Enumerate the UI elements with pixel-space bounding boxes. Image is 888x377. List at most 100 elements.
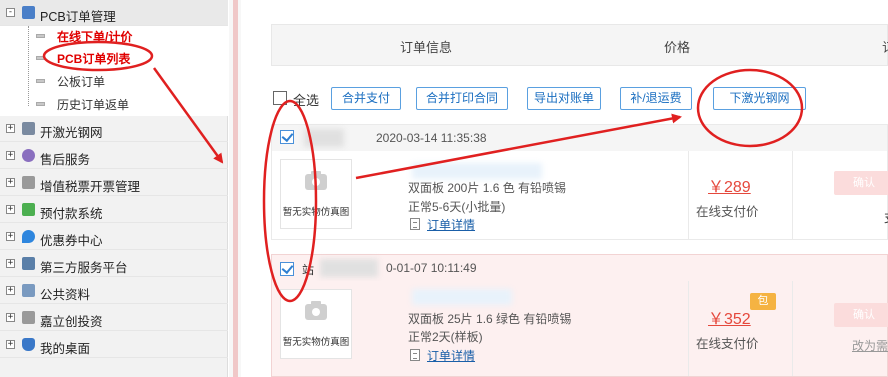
redacted-order-number: [320, 259, 378, 277]
coupon-icon: [22, 230, 35, 243]
sidebar-item-coupon-center[interactable]: + 优惠券中心: [0, 224, 228, 250]
sidebar-item-label: 预付款系统: [40, 207, 103, 221]
expand-toggle-icon[interactable]: +: [6, 340, 15, 349]
sidebar-item-label: 嘉立创投资: [40, 315, 103, 329]
splitter-highlight: [233, 0, 238, 377]
expand-toggle-icon[interactable]: +: [6, 151, 15, 160]
camera-icon: [305, 301, 327, 320]
expand-toggle-icon[interactable]: +: [6, 313, 15, 322]
select-all-checkbox[interactable]: [273, 91, 287, 105]
splitter-bar[interactable]: [229, 0, 241, 377]
order-detail-link[interactable]: 订单详情: [427, 347, 475, 364]
order-card-header: 站 0-01-07 10:11:49: [272, 255, 887, 281]
delivery-time: 正常5-6天(小批量): [408, 200, 506, 214]
column-divider: [688, 281, 689, 376]
product-thumbnail: 暂无实物仿真图: [280, 159, 352, 229]
camera-icon: [305, 171, 327, 190]
column-divider: [792, 151, 793, 239]
sidebar-item-third-party[interactable]: + 第三方服务平台: [0, 251, 228, 277]
sidebar-item-investment[interactable]: + 嘉立创投资: [0, 305, 228, 331]
merge-pay-button[interactable]: 合并支付: [331, 87, 401, 110]
expand-toggle-icon[interactable]: +: [6, 286, 15, 295]
expand-toggle-icon[interactable]: +: [6, 178, 15, 187]
product-thumbnail: 暂无实物仿真图: [280, 289, 352, 359]
page-icon: [36, 56, 45, 60]
sidebar-item-laser-stencil[interactable]: + 开激光钢网: [0, 116, 228, 142]
order-number-prefix: 站: [302, 263, 315, 277]
expand-toggle-icon[interactable]: +: [6, 124, 15, 133]
document-icon: [410, 349, 420, 361]
sidebar-item-label: 优惠券中心: [40, 234, 103, 248]
sidebar-item-prepayment[interactable]: + 预付款系统: [0, 197, 228, 223]
order-card-body: 暂无实物仿真图 双面板 25片 1.6 绿色 有铅喷锡 正常2天(样板) 订单详…: [272, 281, 888, 376]
submenu-item-label: 历史订单返单: [57, 97, 130, 112]
payment-method-label: 在线支付价: [696, 337, 759, 351]
order-price[interactable]: ￥352: [708, 305, 751, 329]
sidebar-item-pcb-orders[interactable]: - PCB订单管理: [0, 0, 228, 26]
change-request-link[interactable]: 改为需: [852, 337, 888, 354]
merge-print-contract-button[interactable]: 合并打印合同: [416, 87, 508, 110]
sidebar-item-label: 增值税票开票管理: [40, 180, 141, 194]
submenu-item-pcb-order-list[interactable]: PCB订单列表: [36, 48, 130, 68]
order-toolbar: 全选 合并支付 合并打印合同 导出对账单 补/退运费 下激光钢网: [271, 86, 888, 110]
no-image-label: 暂无实物仿真图: [282, 337, 350, 348]
order-price[interactable]: ￥289: [708, 173, 751, 197]
order-select-checkbox[interactable]: [280, 262, 294, 276]
page-icon: [36, 34, 45, 38]
desktop-icon: [22, 338, 35, 351]
order-select-checkbox[interactable]: [280, 130, 294, 144]
sidebar-item-label: 售后服务: [40, 153, 91, 167]
column-divider: [688, 151, 689, 239]
board-spec: 双面板 25片 1.6 绿色 有铅喷锡: [408, 312, 572, 326]
order-timestamp: 0-01-07 10:11:49: [386, 261, 477, 275]
expand-toggle-icon[interactable]: +: [6, 259, 15, 268]
sidebar-item-public-info[interactable]: + 公共资料: [0, 278, 228, 304]
expand-toggle-icon[interactable]: +: [6, 205, 15, 214]
page-icon: [36, 102, 45, 106]
expand-toggle-icon[interactable]: +: [6, 232, 15, 241]
submenu-item-online-order[interactable]: 在线下单/计价: [36, 26, 132, 46]
shipping-adjust-button[interactable]: 补/退运费: [620, 87, 692, 110]
prepayment-icon: [22, 203, 35, 216]
sidebar-item-label: 我的桌面: [40, 342, 91, 356]
column-divider: [792, 281, 793, 376]
pcb-board-icon: [22, 6, 35, 19]
confirm-button[interactable]: 确认: [834, 171, 888, 195]
order-card-header: 2020-03-14 11:35:38: [272, 125, 887, 151]
sidebar-item-label: 公共资料: [40, 288, 91, 302]
submenu-item-history-reorder[interactable]: 历史订单返单: [36, 94, 129, 114]
redacted-product-name: [412, 289, 512, 305]
redacted-order-number: [304, 129, 344, 147]
sidebar-item-my-desktop[interactable]: + 我的桌面: [0, 332, 228, 358]
order-detail-link[interactable]: 订单详情: [427, 216, 475, 233]
select-all-label: 全选: [293, 93, 320, 108]
submenu-pcb-orders: 在线下单/计价 PCB订单列表 公板订单 历史订单返单: [0, 26, 228, 116]
truncated-action: 支: [884, 209, 888, 226]
board-spec: 双面板 200片 1.6 色 有铅喷锡: [408, 181, 567, 195]
sidebar: - PCB订单管理 在线下单/计价 PCB订单列表 公板订单 历史订单返单 + …: [0, 0, 228, 377]
stencil-icon: [22, 122, 35, 135]
export-statement-button[interactable]: 导出对账单: [527, 87, 601, 110]
payment-method-label: 在线支付价: [696, 205, 759, 219]
order-laser-stencil-button[interactable]: 下激光钢网: [713, 87, 806, 110]
confirm-button[interactable]: 确认: [834, 303, 888, 327]
sidebar-item-label: 开激光钢网: [40, 126, 103, 140]
no-image-label: 暂无实物仿真图: [282, 207, 350, 218]
user-service-icon: [22, 149, 35, 162]
submenu-item-label: 在线下单/计价: [57, 29, 133, 44]
sidebar-item-vat-invoice[interactable]: + 增值税票开票管理: [0, 170, 228, 196]
order-card-body: 暂无实物仿真图 双面板 200片 1.6 色 有铅喷锡 正常5-6天(小批量) …: [272, 151, 888, 239]
invoice-icon: [22, 176, 35, 189]
submenu-item-public-board-orders[interactable]: 公板订单: [36, 71, 105, 91]
main-content: 订单信息 价格 订 全选 合并支付 合并打印合同 导出对账单 补/退运费 下激光…: [241, 0, 888, 377]
submenu-item-label: PCB订单列表: [57, 51, 131, 66]
sidebar-item-after-sales[interactable]: + 售后服务: [0, 143, 228, 169]
column-header-price: 价格: [664, 40, 691, 55]
submenu-item-label: 公板订单: [57, 74, 106, 89]
delivery-time: 正常2天(样板): [408, 330, 483, 344]
investment-icon: [22, 311, 35, 324]
package-badge: 包: [750, 293, 776, 310]
tree-connector: [28, 26, 29, 106]
order-card: 2020-03-14 11:35:38 暂无实物仿真图 双面板 200片 1.6…: [271, 124, 888, 240]
collapse-toggle-icon[interactable]: -: [6, 8, 15, 17]
